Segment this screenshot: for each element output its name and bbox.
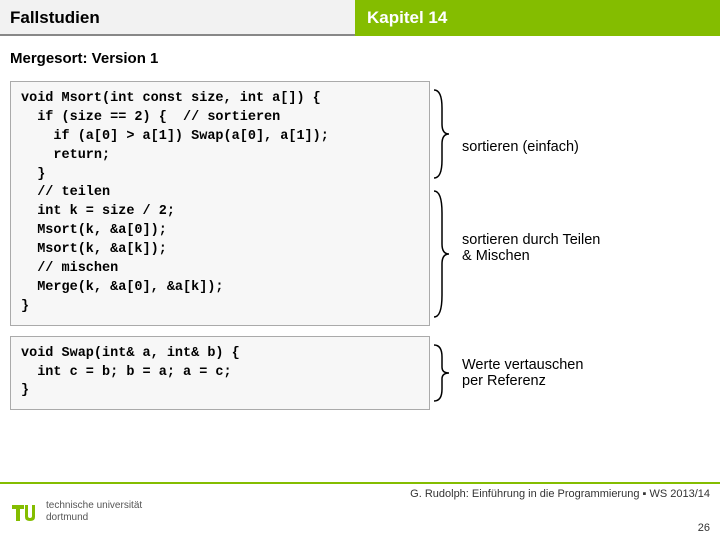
curly-brace-icon bbox=[432, 88, 450, 180]
slide-subtitle: Mergesort: Version 1 bbox=[10, 50, 710, 67]
annotation-swap-text: Werte vertauschen per Referenz bbox=[462, 357, 583, 389]
tu-logo-icon bbox=[10, 497, 40, 527]
header-left-title: Fallstudien bbox=[0, 0, 355, 36]
annotation-sort-divide: sortieren durch Teilen & Mischen bbox=[462, 232, 600, 264]
slide-footer: technische universität dortmund G. Rudol… bbox=[0, 482, 720, 540]
brace-column-2 bbox=[430, 336, 452, 411]
curly-brace-icon bbox=[432, 189, 450, 319]
header-right-chapter: Kapitel 14 bbox=[355, 0, 720, 36]
page-number: 26 bbox=[698, 522, 710, 534]
uni-line-2: dortmund bbox=[46, 512, 142, 524]
brace-column-1 bbox=[430, 81, 452, 326]
curly-brace-icon bbox=[432, 343, 450, 403]
footer-credit: G. Rudolph: Einführung in die Programmie… bbox=[410, 488, 710, 500]
annotation-column-1: sortieren (einfach) sortieren durch Teil… bbox=[452, 81, 600, 326]
university-logo: technische universität dortmund bbox=[10, 497, 142, 527]
slide-content: Mergesort: Version 1 void Msort(int cons… bbox=[0, 36, 720, 410]
slide-header: Fallstudien Kapitel 14 bbox=[0, 0, 720, 36]
code-row-2: void Swap(int& a, int& b) { int c = b; b… bbox=[10, 336, 710, 411]
university-name: technische universität dortmund bbox=[46, 500, 142, 524]
code-block-msort: void Msort(int const size, int a[]) { if… bbox=[10, 81, 430, 326]
code-row-1: void Msort(int const size, int a[]) { if… bbox=[10, 81, 710, 326]
annotation-sort-simple: sortieren (einfach) bbox=[462, 139, 600, 155]
uni-line-1: technische universität bbox=[46, 500, 142, 512]
annotation-swap: Werte vertauschen per Referenz bbox=[452, 336, 583, 411]
code-block-swap: void Swap(int& a, int& b) { int c = b; b… bbox=[10, 336, 430, 411]
